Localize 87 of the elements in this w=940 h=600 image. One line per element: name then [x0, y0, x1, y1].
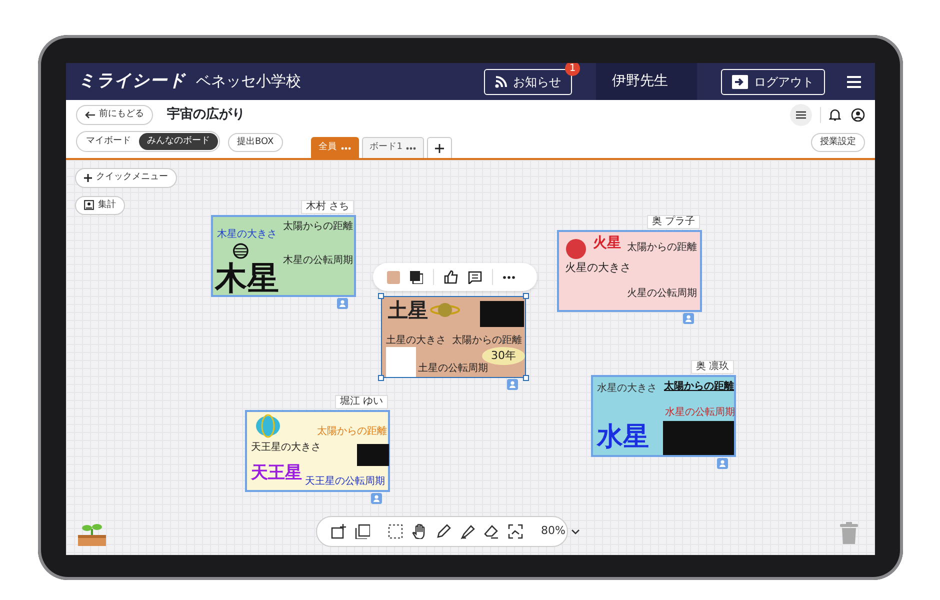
- add-card-icon[interactable]: [331, 524, 346, 539]
- bubble-text: 30年: [491, 349, 516, 362]
- sprout-box-drawing[interactable]: [78, 522, 106, 546]
- person-tag-icon[interactable]: [507, 379, 518, 390]
- diagram-image: [357, 444, 389, 466]
- more-icon: [406, 146, 416, 150]
- selection-handle[interactable]: [523, 375, 529, 381]
- planet-drawing: [430, 301, 460, 319]
- card-text: 土星の公転周期: [418, 363, 488, 374]
- logout-button[interactable]: ログアウト: [721, 68, 825, 94]
- zoom-dropdown[interactable]: 80%: [541, 523, 580, 540]
- handwritten-text: 土星: [388, 299, 428, 321]
- menu-button[interactable]: [790, 104, 812, 126]
- card-text: 太陽からの距離: [664, 381, 734, 392]
- user-icon[interactable]: [851, 108, 865, 122]
- school-name: ベネッセ小学校: [196, 71, 301, 92]
- card-text: 天王星の大きさ: [251, 442, 321, 453]
- post-card[interactable]: 火星 太陽からの距離 火星の大きさ 火星の公転周期: [557, 230, 702, 312]
- arrow-left-icon: [85, 111, 95, 119]
- author-name: 木村 さち: [300, 200, 354, 214]
- author-name: 奥 プラ子: [646, 215, 700, 229]
- planet-drawing: [255, 414, 281, 438]
- app-logo: ミライシード: [78, 70, 186, 93]
- quick-menu-button[interactable]: クイックメニュー: [75, 168, 177, 188]
- add-tab-button[interactable]: [427, 137, 452, 158]
- post-card[interactable]: 水星の大きさ 太陽からの距離 水星の公転周期 水星: [591, 375, 736, 457]
- submit-box-button[interactable]: 提出BOX: [228, 132, 283, 152]
- card-text: 太陽からの距離: [452, 335, 522, 346]
- card-text: 天王星の公転周期: [305, 476, 385, 487]
- selection-handle[interactable]: [523, 293, 529, 299]
- card-text: 火星の公転周期: [627, 288, 697, 299]
- handwritten-text: 水星: [597, 423, 649, 452]
- selection-handle[interactable]: [378, 293, 384, 299]
- teacher-name: 伊野先生: [596, 63, 697, 100]
- selection-icon[interactable]: [388, 524, 403, 539]
- diagram-image: [663, 421, 734, 455]
- eraser-icon[interactable]: [484, 524, 499, 539]
- card-text: 水星の公転周期: [665, 407, 735, 418]
- card-text: 火星の大きさ: [565, 262, 631, 274]
- post-card[interactable]: 土星 土星の大きさ 太陽からの距離 30年 土星の公転周期: [381, 296, 526, 378]
- person-tag-icon[interactable]: [337, 298, 348, 309]
- feed-icon: [495, 76, 507, 88]
- plus-icon: [435, 144, 444, 152]
- planet-drawing: [565, 238, 587, 260]
- card-text: 木星の公転周期: [283, 255, 353, 266]
- card-text: 木星の大きさ: [217, 229, 277, 240]
- diagram-image: [480, 301, 524, 327]
- card-text: 土星の大きさ: [386, 335, 446, 346]
- board-title: 宇宙の広がり: [167, 106, 245, 124]
- logout-icon: [732, 74, 748, 88]
- tally-button[interactable]: 集計: [75, 196, 125, 215]
- card-text: 太陽からの距離: [283, 221, 353, 232]
- view-tab[interactable]: マイボード: [78, 132, 139, 150]
- comment-icon[interactable]: [468, 270, 482, 284]
- handwritten-text: 天王星: [251, 464, 302, 483]
- person-tag-icon[interactable]: [371, 493, 382, 504]
- selection-handle[interactable]: [378, 375, 384, 381]
- handwritten-text: 木星: [215, 261, 279, 296]
- pencil-icon[interactable]: [436, 524, 451, 539]
- class-settings-button[interactable]: 授業設定: [811, 132, 865, 152]
- person-tag-icon[interactable]: [683, 313, 694, 324]
- person-tag-icon[interactable]: [717, 458, 728, 469]
- more-icon[interactable]: [503, 276, 515, 278]
- notification-count: 1: [565, 63, 580, 76]
- author-name: 奥 凛玖: [690, 360, 734, 374]
- hand-icon[interactable]: [412, 524, 427, 539]
- handwritten-text: 火星: [593, 236, 621, 252]
- caret-down-icon: [571, 528, 580, 534]
- layers-icon[interactable]: [410, 270, 423, 284]
- card-text: 太陽からの距離: [627, 242, 697, 253]
- plus-icon: [84, 174, 92, 182]
- card-text: 太陽からの距離: [317, 426, 387, 437]
- menu-icon[interactable]: [847, 76, 861, 88]
- tally-icon: [84, 200, 94, 210]
- menu-icon: [796, 111, 806, 119]
- color-swatch[interactable]: [387, 270, 400, 284]
- author-name: 堀江 ゆい: [334, 395, 388, 409]
- back-button[interactable]: 前にもどる: [76, 105, 153, 125]
- thumbs-up-icon[interactable]: [444, 270, 458, 284]
- card-text: 水星の大きさ: [597, 383, 657, 394]
- more-icon: [340, 146, 351, 150]
- marker-icon[interactable]: [460, 524, 475, 539]
- notice-button[interactable]: お知らせ: [484, 68, 572, 94]
- board-tab[interactable]: ボード1: [362, 137, 424, 158]
- capture-icon[interactable]: [508, 524, 523, 539]
- bell-icon[interactable]: [829, 108, 841, 122]
- view-tab[interactable]: みんなのボード: [139, 132, 218, 150]
